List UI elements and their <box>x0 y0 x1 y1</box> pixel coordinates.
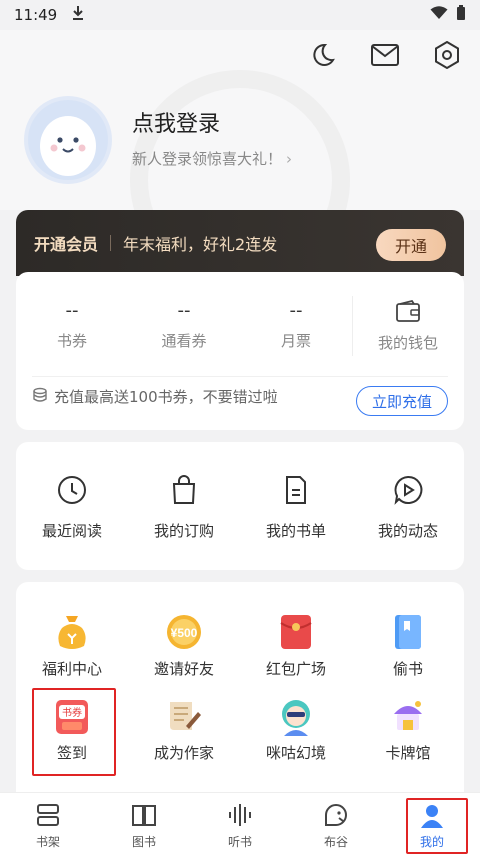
play-chat-icon <box>352 474 464 506</box>
my-wallet-label: 我的钱包 <box>377 334 438 352</box>
nav-item-bookshelf[interactable]: 书架 <box>0 793 96 854</box>
nav-label-books: 图书 <box>131 835 156 849</box>
service-card-hall[interactable]: 卡牌馆 <box>352 696 464 763</box>
monthly-ticket-value: -- <box>289 300 303 321</box>
my-activity-label: 我的动态 <box>377 522 438 540</box>
nav-item-cuckoo[interactable]: 布谷 <box>288 793 384 854</box>
status-bar: 11:49 <box>0 0 480 30</box>
read-pass-value: -- <box>177 300 191 321</box>
download-icon <box>71 5 85 25</box>
wallet-item-book-coupon[interactable]: -- 书券 <box>16 300 128 353</box>
migu-wonderland-label: 咪咕幻境 <box>265 744 326 762</box>
profile-header: 点我登录 新人登录领惊喜大礼！ › <box>0 30 480 290</box>
checkin-calendar-icon: 书券 <box>16 696 128 736</box>
book-coupon-value: -- <box>65 300 79 321</box>
document-icon <box>240 474 352 506</box>
vip-promo: 年末福利，好礼2连发 <box>123 235 278 254</box>
coins-icon <box>32 387 48 407</box>
nav-item-mine[interactable]: 我的 <box>384 793 480 854</box>
my-booklist-label: 我的书单 <box>265 522 326 540</box>
wallet-item-monthly-ticket[interactable]: -- 月票 <box>240 300 352 353</box>
service-red-envelope-square[interactable]: 红包广场 <box>240 612 352 679</box>
login-title[interactable]: 点我登录 <box>132 106 220 138</box>
service-migu-wonderland[interactable]: 咪咕幻境 <box>240 696 352 763</box>
red-envelope-square-label: 红包广场 <box>265 660 326 678</box>
cuckoo-icon <box>288 803 384 829</box>
login-subtitle[interactable]: 新人登录领惊喜大礼！ › <box>132 148 292 169</box>
welfare-center-label: 福利中心 <box>41 660 102 678</box>
chevron-right-icon: › <box>286 150 293 168</box>
card-hall-icon <box>352 696 464 736</box>
book-coupon-label: 书券 <box>56 332 87 350</box>
red-envelope-icon <box>240 612 352 652</box>
vip-divider <box>110 235 112 251</box>
checkin-badge: 书券 <box>62 706 82 719</box>
recharge-row: 充值最高送100书券，不要错过啦 立即充值 <box>32 376 448 416</box>
settings-icon[interactable] <box>432 40 462 70</box>
wallet-icon <box>352 300 464 324</box>
money-bag-icon <box>16 612 128 652</box>
avatar[interactable] <box>24 96 112 184</box>
quick-actions-card: 最近阅读 我的订购 我的书单 我的动态 <box>16 442 464 570</box>
mail-icon[interactable] <box>370 40 400 70</box>
clock-icon <box>16 474 128 506</box>
service-invite-friends[interactable]: ¥500 邀请好友 <box>128 612 240 679</box>
nav-item-audiobooks[interactable]: 听书 <box>192 793 288 854</box>
status-time: 11:49 <box>14 6 58 24</box>
invite-friends-label: 邀请好友 <box>153 660 214 678</box>
vip-title: 开通会员 <box>34 235 99 254</box>
quick-item-my-orders[interactable]: 我的订购 <box>128 474 240 570</box>
steal-book-label: 偷书 <box>392 660 423 678</box>
shopping-bag-icon <box>128 474 240 506</box>
avatar-character-icon <box>240 696 352 736</box>
become-writer-label: 成为作家 <box>153 744 214 762</box>
night-mode-icon[interactable] <box>308 40 338 70</box>
wallet-separator <box>352 296 353 356</box>
nav-label-mine: 我的 <box>419 835 444 849</box>
vip-banner[interactable]: 开通会员 年末福利，好礼2连发 开通 <box>16 210 464 276</box>
wifi-icon <box>430 6 448 24</box>
quick-item-my-booklist[interactable]: 我的书单 <box>240 474 352 570</box>
nav-item-books[interactable]: 图书 <box>96 793 192 854</box>
service-steal-book[interactable]: 偷书 <box>352 612 464 679</box>
scroll-pen-icon <box>128 696 240 736</box>
services-card: 福利中心 ¥500 邀请好友 红包广场 偷书 书券 签到 成为作家 咪咕幻境 卡… <box>16 582 464 792</box>
recharge-button[interactable]: 立即充值 <box>356 386 448 416</box>
login-subtitle-text: 新人登录领惊喜大礼！ <box>132 150 283 168</box>
person-icon <box>384 803 480 829</box>
nav-label-audiobooks: 听书 <box>227 835 252 849</box>
audio-wave-icon <box>192 803 288 829</box>
wallet-card: -- 书券 -- 通看券 -- 月票 我的钱包 充值最高送100书券，不要错过啦… <box>16 272 464 430</box>
checkin-label: 签到 <box>56 744 87 762</box>
book-open-icon <box>96 803 192 829</box>
nav-label-cuckoo: 布谷 <box>323 835 348 849</box>
monthly-ticket-label: 月票 <box>280 332 311 350</box>
service-welfare-center[interactable]: 福利中心 <box>16 612 128 679</box>
recent-reading-label: 最近阅读 <box>41 522 102 540</box>
battery-icon <box>456 5 466 25</box>
bookshelf-icon <box>0 803 96 829</box>
coin-500-icon: ¥500 <box>128 612 240 652</box>
recharge-text: 充值最高送100书券，不要错过啦 <box>54 388 278 406</box>
service-become-writer[interactable]: 成为作家 <box>128 696 240 763</box>
wallet-item-read-pass[interactable]: -- 通看券 <box>128 300 240 353</box>
wallet-item-my-wallet[interactable]: 我的钱包 <box>352 300 464 353</box>
nav-label-bookshelf: 书架 <box>35 835 60 849</box>
quick-item-my-activity[interactable]: 我的动态 <box>352 474 464 570</box>
service-checkin[interactable]: 书券 签到 <box>16 696 128 763</box>
quick-item-recent-reading[interactable]: 最近阅读 <box>16 474 128 570</box>
coin-500-badge: ¥500 <box>171 626 198 640</box>
book-icon <box>352 612 464 652</box>
bottom-nav: 书架 图书 听书 布谷 我的 <box>0 792 480 854</box>
open-vip-button[interactable]: 开通 <box>376 229 446 261</box>
card-hall-label: 卡牌馆 <box>385 744 431 762</box>
my-orders-label: 我的订购 <box>153 522 214 540</box>
read-pass-label: 通看券 <box>161 332 207 350</box>
